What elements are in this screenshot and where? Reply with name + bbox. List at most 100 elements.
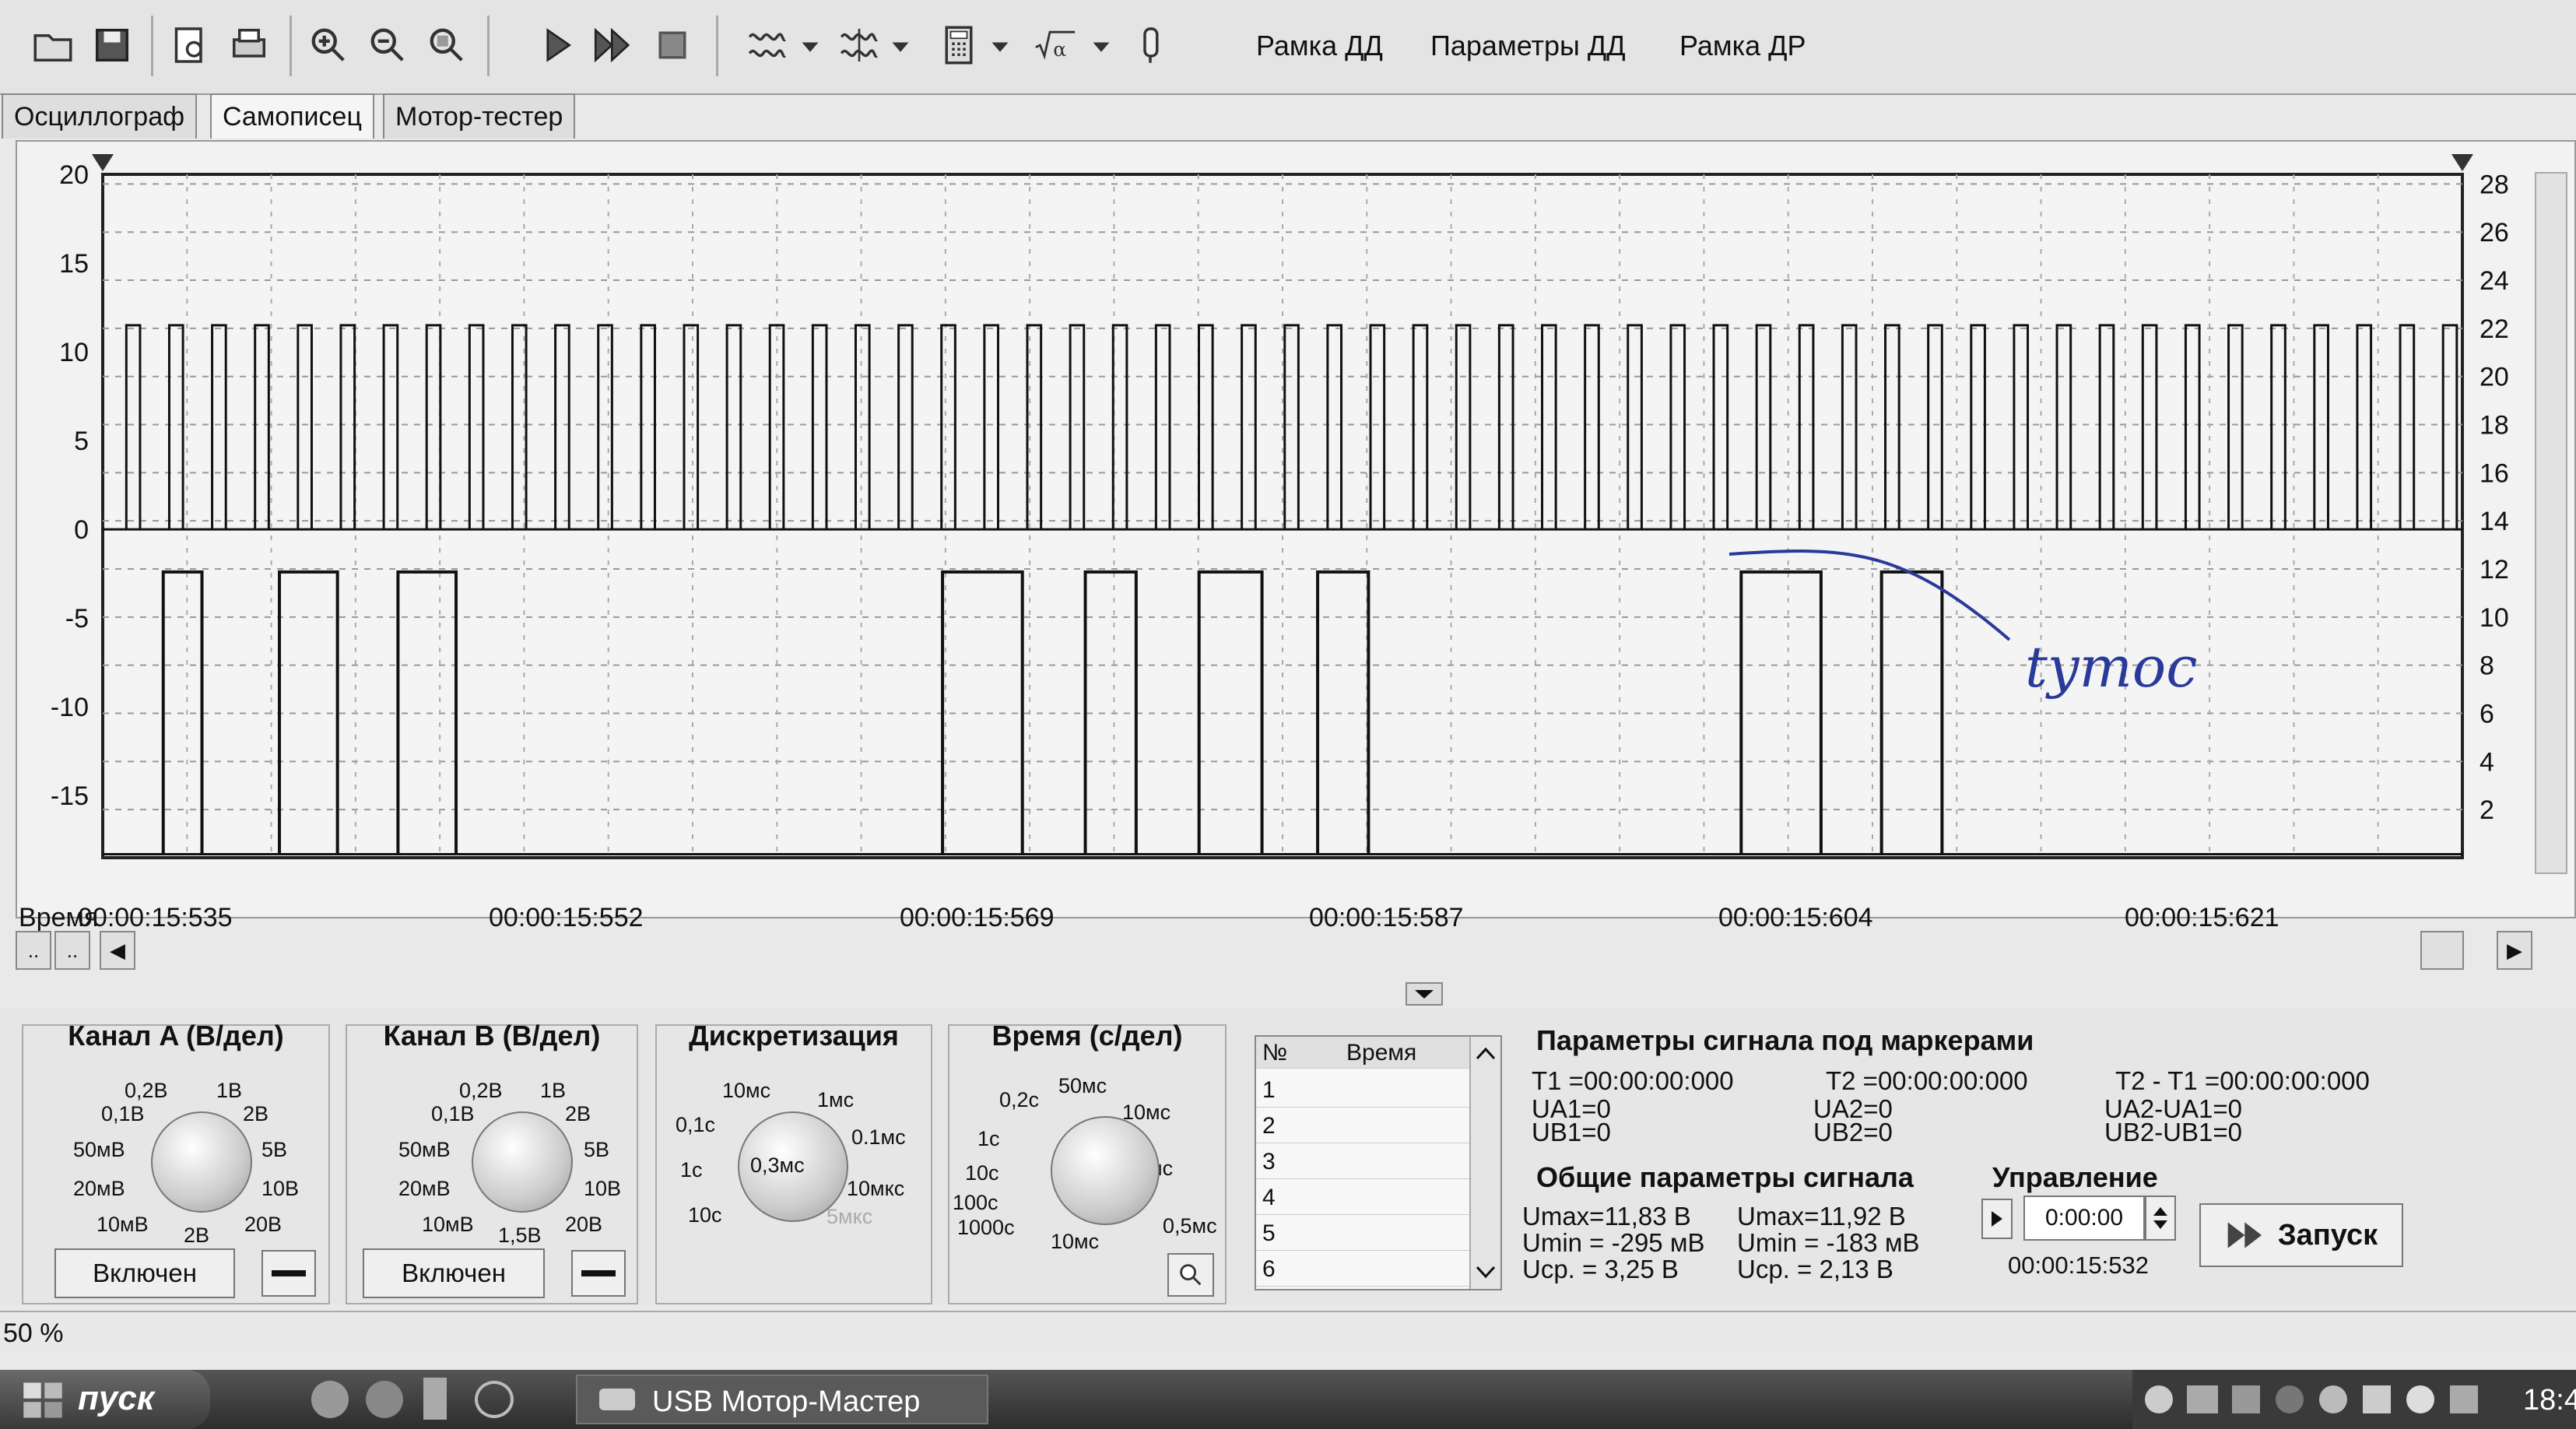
sqrt-dropdown-icon[interactable]: [1090, 17, 1113, 73]
left-tick-label: 20: [59, 160, 89, 190]
row-number: 2: [1262, 1113, 1276, 1139]
table-row[interactable]: 5: [1256, 1214, 1471, 1251]
table-row[interactable]: 4: [1256, 1178, 1471, 1215]
filter2-icon[interactable]: [834, 17, 884, 73]
tray-icon-6[interactable]: [2363, 1385, 2391, 1413]
tab-motor-tester[interactable]: Мотор-тестер: [383, 93, 576, 139]
time-stepper[interactable]: [2145, 1196, 2176, 1241]
zoom-fit-icon[interactable]: [422, 17, 472, 73]
panel-collapse-icon[interactable]: [1406, 982, 1443, 1006]
time-axis-label: 00:00:15:604: [1718, 903, 1873, 932]
knob-label: 1мс: [817, 1088, 855, 1111]
tab-bar: Осциллограф Самописец Мотор-тестер: [0, 93, 2576, 139]
right-tick-label: 22: [2479, 314, 2509, 344]
table-row[interactable]: 2: [1256, 1107, 1471, 1143]
left-tick-label: 0: [74, 515, 89, 545]
tray-icon-3[interactable]: [2232, 1385, 2260, 1413]
scroll-zoom-button-1[interactable]: ..: [16, 931, 51, 970]
save-icon[interactable]: [87, 17, 137, 73]
tray-icon-2[interactable]: [2187, 1385, 2218, 1413]
zoom-out-icon[interactable]: [363, 17, 412, 73]
taskbar-app-button[interactable]: USB Мотор-Мастер: [576, 1375, 988, 1424]
right-tick-label: 20: [2479, 363, 2509, 392]
print-preview-icon[interactable]: [165, 17, 215, 73]
channel-a-volts-knob[interactable]: [151, 1111, 252, 1213]
scroll-left-icon[interactable]: ◀: [100, 931, 135, 970]
tray-icon-7[interactable]: [2406, 1385, 2434, 1413]
clock: 18:4: [2523, 1384, 2576, 1417]
system-tray: 18:4: [2132, 1370, 2576, 1429]
time-axis-label: 00:00:15:621: [2125, 903, 2279, 932]
browser-icon[interactable]: [475, 1381, 514, 1418]
print-icon[interactable]: [224, 17, 274, 73]
probe-icon[interactable]: [1125, 17, 1175, 73]
knob-label: 10с: [688, 1203, 722, 1227]
timebase-knob[interactable]: [1051, 1116, 1160, 1225]
filter2-dropdown-icon[interactable]: [889, 17, 912, 73]
sqrt-icon[interactable]: α: [1024, 17, 1086, 73]
marker-right-icon: [2451, 154, 2473, 171]
horizontal-scrollbar[interactable]: .. .. ◀ ▶: [11, 931, 2556, 973]
channel-b-invert-button[interactable]: [571, 1250, 626, 1297]
folder-open-icon[interactable]: [28, 17, 78, 73]
filter1-dropdown-icon[interactable]: [798, 17, 822, 73]
quicklaunch-icon-1[interactable]: [311, 1381, 349, 1418]
ub1-value: UB1=0: [1532, 1118, 1611, 1146]
scroll-thumb[interactable]: [2420, 931, 2464, 970]
quicklaunch-icon-2[interactable]: [366, 1381, 403, 1418]
zoom-level: 50 %: [3, 1318, 64, 1348]
chart-svg[interactable]: 20 15 10 5 0 -5 -10 -15 28 26 24 22 20 18 16 14 12 10 8 6 4…: [17, 142, 2576, 920]
time-axis-label: 00:00:15:569: [900, 903, 1055, 932]
knob-label: 20В: [244, 1213, 283, 1236]
menu-ramka-dd[interactable]: Рамка ДД: [1256, 30, 1383, 62]
header-time: Время: [1346, 1040, 1417, 1066]
ub2-value: UB2=0: [1813, 1118, 1893, 1146]
right-tick-label: 28: [2479, 170, 2509, 199]
play-small-icon[interactable]: [1981, 1199, 2013, 1239]
menu-parametry-dd[interactable]: Параметры ДД: [1430, 30, 1626, 62]
start-button-taskbar[interactable]: пуск: [0, 1370, 210, 1429]
knob-label: 0,2В: [125, 1079, 168, 1102]
channel-a-invert-button[interactable]: [261, 1250, 316, 1297]
zoom-icon[interactable]: [1167, 1253, 1214, 1297]
control-panel: Канал A (В/дел) 0,2В 1В 0,1В 2В 50мВ 5В …: [0, 1009, 2576, 1304]
channel-a-enable-button[interactable]: Включен: [54, 1248, 235, 1298]
row-number: 6: [1262, 1256, 1276, 1282]
zoom-in-icon[interactable]: [304, 17, 353, 73]
marker-table[interactable]: № Время 1 2 3 4 5 6: [1255, 1035, 1502, 1290]
channel-b-enable-button[interactable]: Включен: [363, 1248, 545, 1298]
fast-forward-icon[interactable]: [588, 17, 638, 73]
table-row[interactable]: 1: [1256, 1071, 1471, 1108]
time-axis-label: 00:00:15:535: [78, 903, 233, 932]
menu-ramka-dr[interactable]: Рамка ДР: [1679, 30, 1806, 62]
knob-label: 1с: [977, 1127, 1000, 1150]
channel-a-group: Канал A (В/дел) 0,2В 1В 0,1В 2В 50мВ 5В …: [22, 1020, 330, 1304]
calculator-icon[interactable]: [934, 17, 984, 73]
quicklaunch-icon-3[interactable]: [423, 1378, 447, 1420]
knob-label: 10мВ: [97, 1213, 149, 1236]
scroll-zoom-button-2[interactable]: ..: [54, 931, 90, 970]
knob-label: 0,5мс: [1163, 1214, 1217, 1238]
time-input[interactable]: 0:00:00: [2023, 1196, 2145, 1241]
tray-icon-5[interactable]: [2319, 1385, 2347, 1413]
stop-icon[interactable]: [648, 17, 697, 73]
play-icon[interactable]: [532, 17, 582, 73]
scroll-right-icon[interactable]: ▶: [2497, 931, 2532, 970]
start-button[interactable]: Запуск: [2199, 1203, 2403, 1267]
channel-b-volts-knob[interactable]: [472, 1111, 573, 1213]
toolbar: α Рамка ДД Параметры ДД Рамка ДР: [0, 0, 2576, 95]
tray-icon-8[interactable]: [2450, 1385, 2478, 1413]
filter1-icon[interactable]: [742, 17, 792, 73]
tab-oscillograph[interactable]: Осциллограф: [2, 93, 198, 139]
tab-recorder[interactable]: Самописец: [210, 93, 374, 139]
knob-label: 0,2с: [999, 1088, 1040, 1111]
table-row[interactable]: 3: [1256, 1143, 1471, 1179]
left-tick-label: 15: [59, 249, 89, 279]
chart-area[interactable]: 20 15 10 5 0 -5 -10 -15 28 26 24 22 20 18 16 14 12 10 8 6 4…: [16, 140, 2576, 918]
right-tick-label: 8: [2479, 651, 2494, 681]
tray-icon-1[interactable]: [2145, 1385, 2173, 1413]
marker-table-scrollbar[interactable]: [1469, 1037, 1500, 1289]
table-row[interactable]: 6: [1256, 1250, 1471, 1287]
calculator-dropdown-icon[interactable]: [988, 17, 1012, 73]
tray-icon-4[interactable]: [2276, 1385, 2304, 1413]
